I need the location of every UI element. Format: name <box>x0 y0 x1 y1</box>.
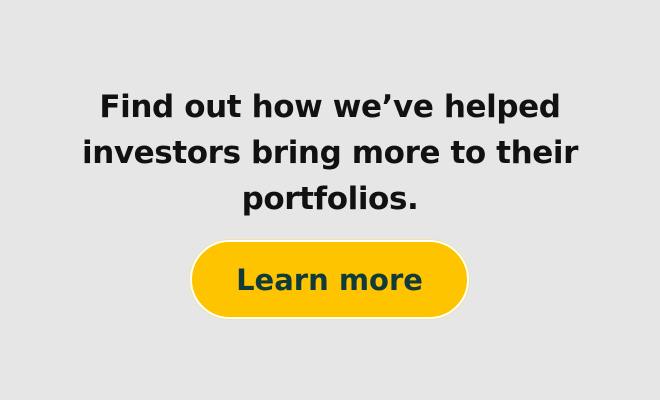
promo-headline: Find out how we’ve helped investors brin… <box>81 89 579 217</box>
learn-more-button[interactable]: Learn more <box>190 240 469 319</box>
promo-card: Find out how we’ve helped investors brin… <box>0 0 660 400</box>
